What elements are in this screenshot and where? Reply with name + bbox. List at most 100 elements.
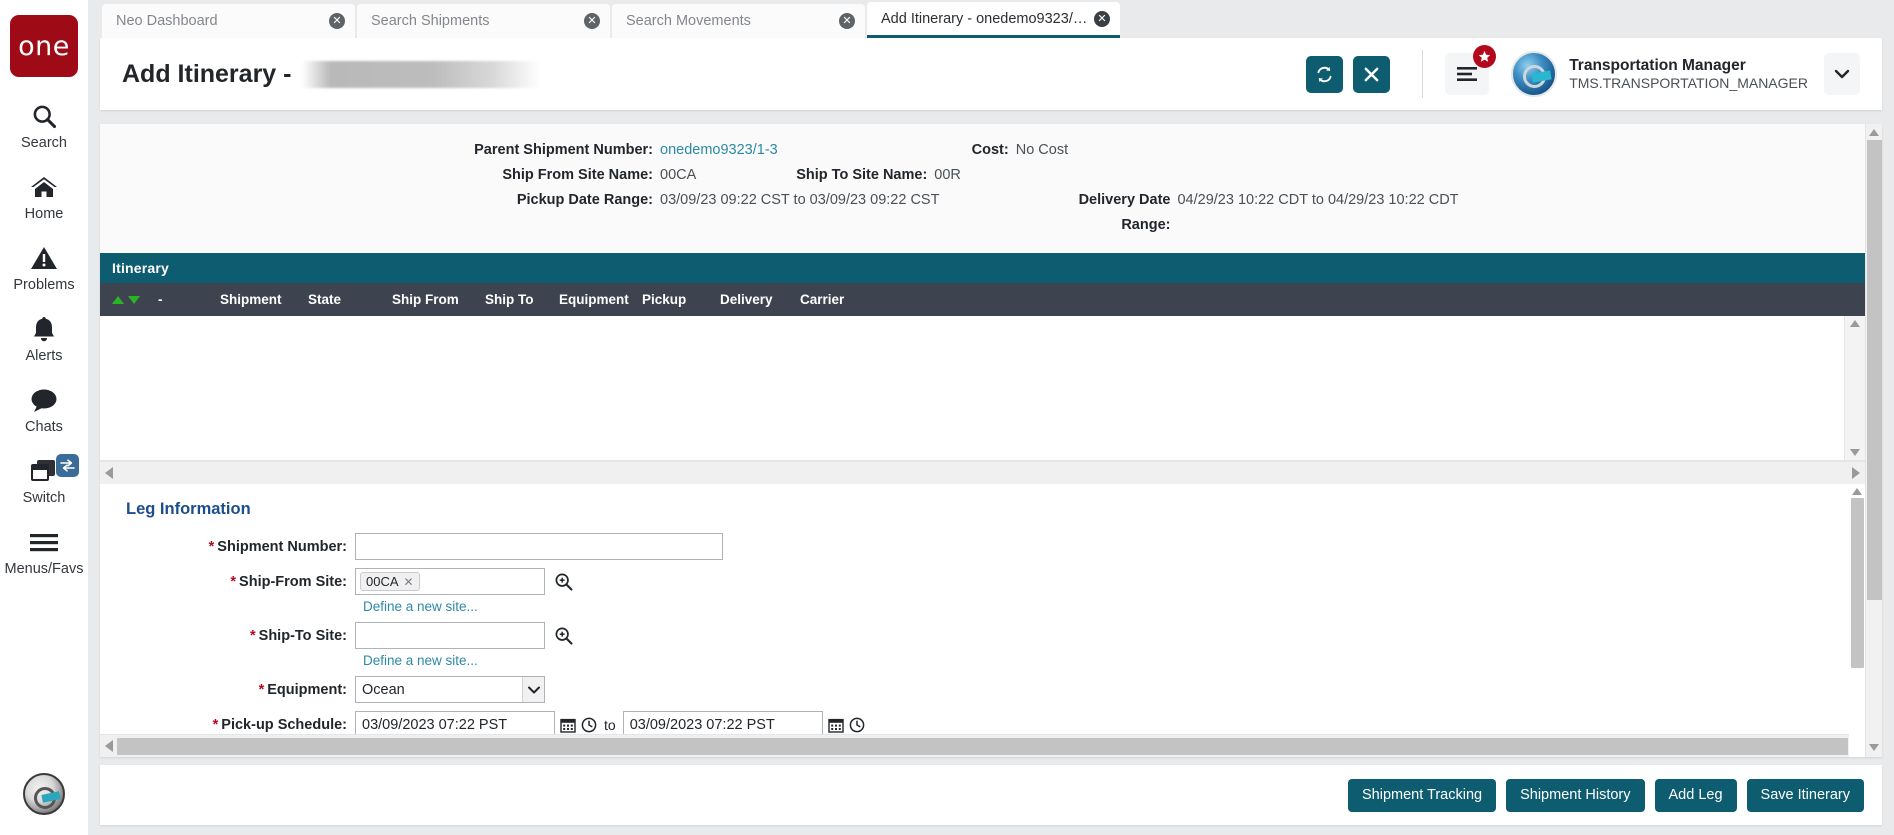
summary-row: Ship From Site Name: 00CA Ship To Site N…: [100, 163, 1865, 188]
tab-search-shipments[interactable]: Search Shipments ✕: [357, 4, 610, 38]
summary-label: Parent Shipment Number:: [474, 142, 653, 158]
shipment-history-button[interactable]: Shipment History: [1506, 778, 1645, 812]
pickup-from-value: 03/09/2023 07:22 PST: [362, 716, 508, 733]
magnifier-plus-icon[interactable]: [554, 572, 573, 591]
label-text: Equipment:: [267, 681, 347, 698]
user-menu-toggle[interactable]: [1824, 53, 1860, 95]
hamburger-icon: [28, 525, 60, 559]
shipment-number-input[interactable]: [355, 533, 723, 560]
column-header-equipment[interactable]: Equipment: [559, 292, 642, 307]
close-icon[interactable]: ✕: [839, 13, 855, 29]
column-header-index[interactable]: -: [158, 292, 220, 307]
refresh-button[interactable]: [1306, 55, 1344, 93]
scroll-up-icon[interactable]: [1852, 488, 1862, 495]
sidebar-item-label: Switch: [22, 490, 66, 506]
search-icon: [30, 99, 58, 133]
avatar[interactable]: [1511, 51, 1558, 97]
scroll-up-icon[interactable]: [1869, 129, 1879, 136]
assistant-avatar-icon[interactable]: [23, 773, 65, 815]
ship-to-site-input[interactable]: [355, 622, 545, 649]
page-vertical-scrollbar[interactable]: [1865, 124, 1882, 757]
leg-vertical-scrollbar[interactable]: [1849, 484, 1865, 757]
summary-label: Ship From Site Name:: [502, 167, 653, 183]
calendar-icon[interactable]: [827, 717, 844, 733]
define-new-site-link-from[interactable]: Define a new site...: [363, 599, 1865, 614]
sort-ascending-icon[interactable]: [112, 295, 124, 304]
field-label: * Pick-up Schedule:: [100, 717, 355, 733]
home-icon: [29, 170, 59, 204]
column-header-shipment[interactable]: Shipment: [220, 292, 308, 307]
shipment-tracking-button[interactable]: Shipment Tracking: [1348, 778, 1497, 812]
clock-icon[interactable]: [581, 717, 597, 733]
itinerary-horizontal-scrollbar[interactable]: [100, 461, 1865, 484]
close-icon[interactable]: ✕: [1094, 10, 1110, 27]
save-itinerary-button[interactable]: Save Itinerary: [1746, 778, 1864, 812]
magnifier-plus-icon[interactable]: [554, 626, 573, 645]
summary-row: Pickup Date Range: 03/09/23 09:22 CST to…: [100, 188, 1865, 238]
scroll-right-icon[interactable]: [1852, 467, 1860, 479]
scroll-down-icon[interactable]: [1850, 449, 1860, 456]
menu-button[interactable]: [1445, 45, 1497, 95]
header-actions: Transportation Manager TMS.TRANSPORTATIO…: [1296, 45, 1860, 98]
close-x-icon: [1364, 67, 1379, 81]
leg-hscroll-thumb[interactable]: [117, 737, 1848, 755]
app-logo[interactable]: one: [10, 15, 78, 77]
close-icon[interactable]: ✕: [329, 13, 345, 29]
itinerary-column-headers: - Shipment State Ship From Ship To Equip…: [100, 283, 1865, 316]
equipment-select[interactable]: Ocean: [355, 676, 545, 703]
calendar-icon[interactable]: [560, 717, 576, 733]
pickup-to-datetime-input[interactable]: 03/09/2023 07:22 PST: [622, 711, 823, 734]
chevron-down-icon[interactable]: [522, 677, 544, 702]
leg-horizontal-scrollbar[interactable]: [100, 734, 1865, 757]
tab-add-itinerary[interactable]: Add Itinerary - onedemo9323/1-3 ✕: [867, 2, 1120, 38]
tab-label: Neo Dashboard: [116, 13, 218, 29]
sidebar-item-alerts[interactable]: Alerts: [0, 312, 88, 364]
sidebar-item-problems[interactable]: Problems: [0, 241, 88, 293]
column-header-ship-to[interactable]: Ship To: [485, 292, 559, 307]
summary-value: 00R: [934, 167, 961, 183]
sort-descending-icon[interactable]: [128, 295, 140, 304]
itinerary-vertical-scrollbar[interactable]: [1844, 316, 1865, 460]
column-header-state[interactable]: State: [308, 292, 392, 307]
scroll-down-icon[interactable]: [1869, 744, 1879, 751]
column-header-delivery[interactable]: Delivery: [720, 292, 800, 307]
column-header-carrier[interactable]: Carrier: [800, 292, 846, 307]
user-profile[interactable]: Transportation Manager TMS.TRANSPORTATIO…: [1511, 51, 1808, 97]
tab-neo-dashboard[interactable]: Neo Dashboard ✕: [102, 4, 355, 38]
clock-icon[interactable]: [849, 717, 865, 733]
column-header-pickup[interactable]: Pickup: [642, 292, 720, 307]
pickup-from-datetime-input[interactable]: 03/09/2023 07:22 PST: [355, 711, 555, 734]
required-marker: *: [250, 627, 256, 644]
remove-token-icon[interactable]: ✕: [404, 575, 414, 589]
sidebar-footer-avatar[interactable]: [0, 773, 88, 815]
swap-arrows-icon[interactable]: [56, 454, 79, 477]
ship-from-site-input[interactable]: 00CA ✕: [355, 568, 545, 595]
warning-triangle-icon: [30, 241, 58, 275]
leg-scroll-thumb[interactable]: [1850, 498, 1864, 668]
field-label: * Ship-To Site:: [100, 628, 355, 644]
sidebar-item-menus-favs[interactable]: Menus/Favs: [0, 525, 88, 577]
define-new-site-link-to[interactable]: Define a new site...: [363, 653, 1865, 668]
tab-search-movements[interactable]: Search Movements ✕: [612, 4, 865, 38]
scroll-left-icon[interactable]: [105, 740, 113, 752]
redacted-title-value: [302, 60, 541, 88]
close-icon[interactable]: ✕: [584, 13, 600, 29]
close-page-button[interactable]: [1353, 55, 1391, 93]
field-label: * Ship-From Site:: [100, 574, 355, 590]
sidebar-item-switch[interactable]: Switch: [0, 454, 88, 506]
bell-icon: [31, 312, 57, 346]
add-leg-button[interactable]: Add Leg: [1654, 778, 1737, 812]
sidebar-item-search[interactable]: Search: [0, 99, 88, 151]
label-text: Shipment Number:: [217, 538, 347, 555]
page-scroll-thumb[interactable]: [1866, 140, 1882, 600]
sidebar-item-home[interactable]: Home: [0, 170, 88, 222]
scroll-left-icon[interactable]: [105, 467, 113, 479]
scroll-up-icon[interactable]: [1850, 320, 1860, 327]
column-header-ship-from[interactable]: Ship From: [392, 292, 485, 307]
parent-shipment-number-link[interactable]: onedemo9323/1-3: [660, 138, 778, 163]
field-label: * Equipment:: [100, 682, 355, 698]
to-label: to: [604, 716, 616, 733]
sort-controls[interactable]: [112, 295, 158, 304]
sidebar-item-chats[interactable]: Chats: [0, 383, 88, 435]
site-token[interactable]: 00CA ✕: [360, 572, 420, 591]
